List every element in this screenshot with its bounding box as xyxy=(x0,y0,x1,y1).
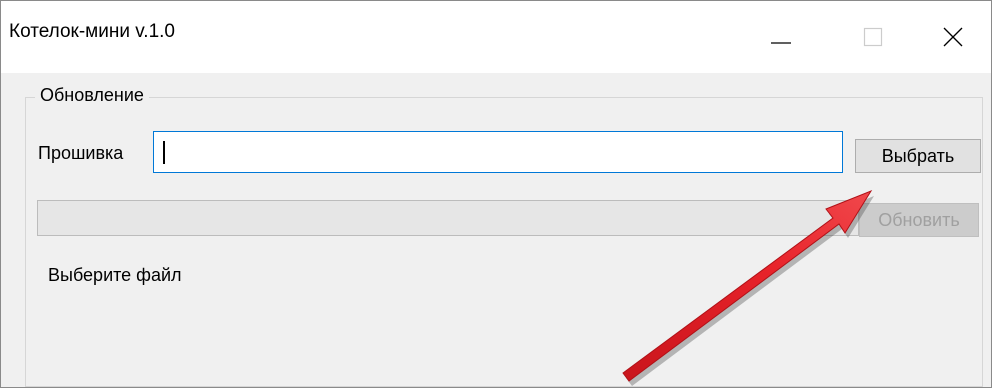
firmware-path-input[interactable] xyxy=(153,131,843,173)
close-button[interactable] xyxy=(915,1,991,73)
maximize-button xyxy=(827,1,919,73)
firmware-label: Прошивка xyxy=(38,143,124,163)
window-title: Котелок-мини v.1.0 xyxy=(9,21,175,42)
minimize-icon xyxy=(771,42,791,44)
update-group-legend: Обновление xyxy=(35,85,149,106)
maximize-icon xyxy=(863,27,883,47)
close-icon xyxy=(943,27,963,47)
text-caret xyxy=(163,141,165,164)
app-window: Котелок-мини v.1.0 Обновление Прошивка В… xyxy=(0,0,992,388)
annotation-arrow xyxy=(622,189,874,386)
browse-button[interactable]: Выбрать xyxy=(855,139,981,173)
title-bar[interactable]: Котелок-мини v.1.0 xyxy=(1,1,991,73)
status-label: Выберите файл xyxy=(48,265,182,285)
minimize-button[interactable] xyxy=(735,1,827,73)
